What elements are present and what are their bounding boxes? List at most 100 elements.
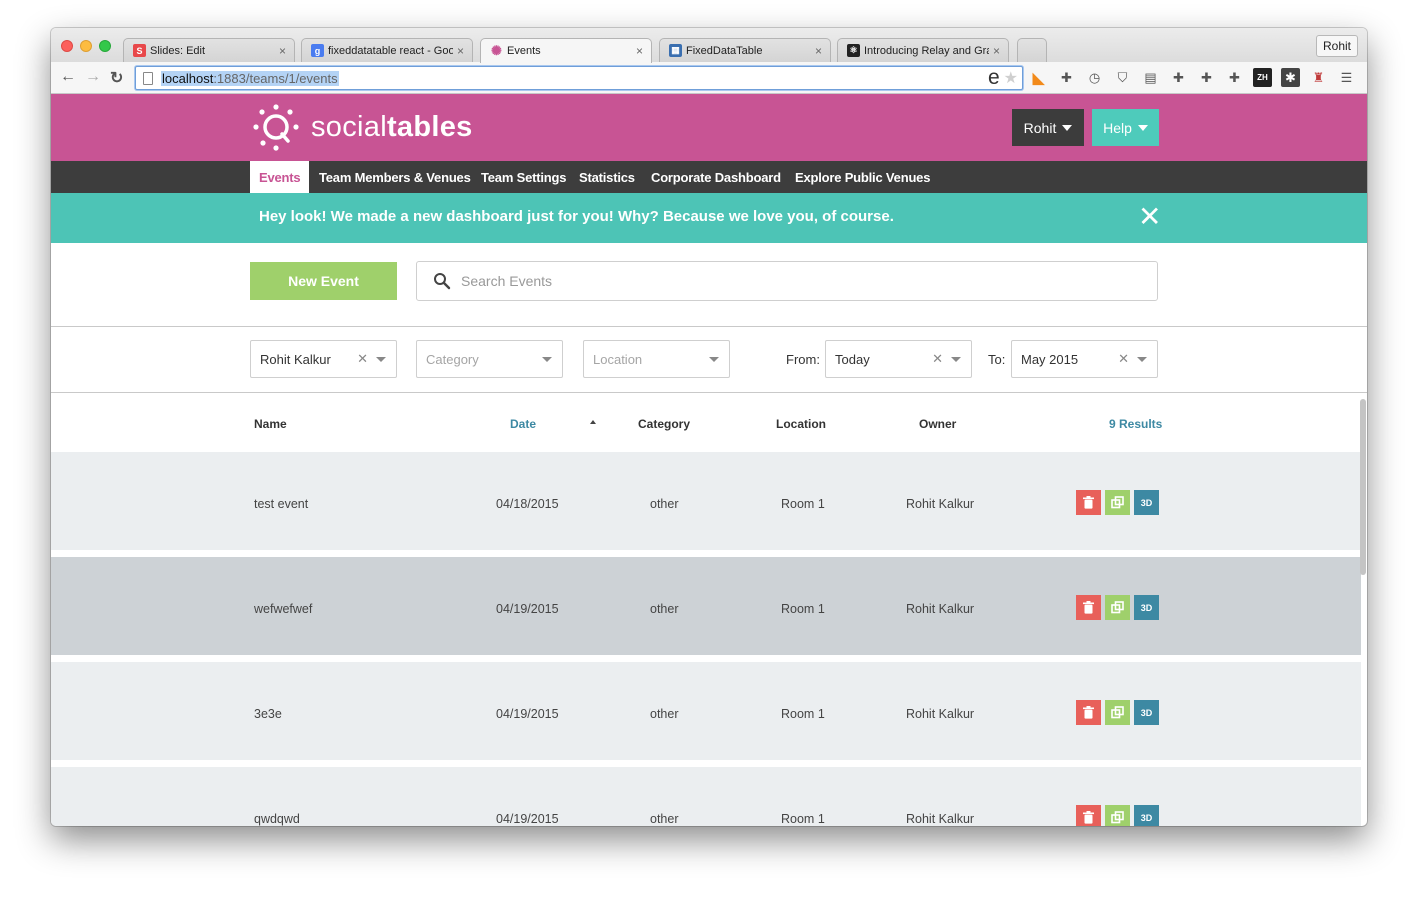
column-header-name[interactable]: Name: [254, 417, 287, 431]
shield-icon[interactable]: ⛉: [1113, 68, 1132, 87]
column-header-location[interactable]: Location: [776, 417, 826, 431]
duplicate-button[interactable]: [1105, 490, 1130, 515]
minimize-window-button[interactable]: [80, 40, 92, 52]
open-3d-button[interactable]: 3D: [1134, 700, 1159, 725]
nav-item-corporate-dashboard[interactable]: Corporate Dashboard: [642, 161, 790, 193]
close-tab-icon[interactable]: ×: [993, 44, 1000, 58]
column-header-owner[interactable]: Owner: [919, 417, 956, 431]
sort-ascending-icon[interactable]: [590, 420, 596, 424]
tab-title: fixeddatatable react - Goo: [328, 44, 453, 57]
column-header-date[interactable]: Date: [510, 417, 536, 431]
open-3d-button[interactable]: 3D: [1134, 490, 1159, 515]
delete-button[interactable]: [1076, 595, 1101, 620]
table-row[interactable]: 3e3e 04/19/2015 other Room 1 Rohit Kalkur 3D: [51, 662, 1361, 760]
cell-name[interactable]: 3e3e: [254, 707, 282, 721]
row-actions: 3D: [1076, 490, 1159, 515]
menu-icon[interactable]: ☰: [1337, 68, 1356, 87]
close-tab-icon[interactable]: ×: [279, 44, 286, 58]
close-tab-icon[interactable]: ×: [636, 44, 643, 58]
puzzle-icon[interactable]: ✚: [1169, 68, 1188, 87]
nav-item-team-members-venues[interactable]: Team Members & Venues: [310, 161, 480, 193]
reload-icon[interactable]: ↻: [110, 68, 123, 88]
puzzle-icon[interactable]: ✚: [1225, 68, 1244, 87]
duplicate-button[interactable]: [1105, 700, 1130, 725]
new-tab-button[interactable]: [1017, 38, 1047, 62]
cell-name[interactable]: wefwefwef: [254, 602, 312, 616]
nav-item-explore-public-venues[interactable]: Explore Public Venues: [786, 161, 939, 193]
table-row[interactable]: qwdqwd 04/19/2015 other Room 1 Rohit Kalkur 3…: [51, 767, 1361, 826]
help-menu-button[interactable]: Help: [1092, 109, 1159, 146]
cell-owner: Rohit Kalkur: [906, 707, 975, 721]
close-tab-icon[interactable]: ×: [457, 44, 464, 58]
zoom-window-button[interactable]: [99, 40, 111, 52]
search-placeholder: Search Events: [461, 273, 553, 289]
location-select[interactable]: Location: [583, 340, 730, 378]
browser-tab[interactable]: ⚛ Introducing Relay and Gra ×: [837, 38, 1009, 62]
from-date-select[interactable]: Today ✕: [825, 340, 972, 378]
profile-button[interactable]: Rohit: [1315, 35, 1358, 57]
zh-icon[interactable]: ZH: [1253, 68, 1272, 87]
person-icon[interactable]: ♜: [1309, 68, 1328, 87]
delete-button[interactable]: [1076, 490, 1101, 515]
cell-name[interactable]: qwdqwd: [254, 812, 300, 826]
nav-item-team-settings[interactable]: Team Settings: [472, 161, 575, 193]
clear-icon[interactable]: ✕: [357, 351, 368, 367]
to-label: To:: [988, 352, 1006, 367]
clock-icon[interactable]: ◷: [1085, 68, 1104, 87]
url-text[interactable]: localhost:1883/teams/1/events: [161, 70, 339, 86]
user-menu-button[interactable]: Rohit: [1012, 109, 1084, 146]
open-3d-button[interactable]: 3D: [1134, 595, 1159, 620]
puzzle-icon[interactable]: ✚: [1057, 68, 1076, 87]
table-row[interactable]: wefwefwef 04/19/2015 other Room 1 Rohit Kalk…: [51, 557, 1361, 655]
main-nav: Events Team Members & Venues Team Settin…: [51, 161, 1367, 193]
row-actions: 3D: [1076, 805, 1159, 826]
row-actions: 3D: [1076, 700, 1159, 725]
browser-tab[interactable]: S Slides: Edit ×: [123, 38, 295, 62]
nav-item-statistics[interactable]: Statistics: [570, 161, 644, 193]
open-3d-button[interactable]: 3D: [1134, 805, 1159, 826]
banner-text: Hey look! We made a new dashboard just f…: [259, 208, 894, 225]
puzzle-icon[interactable]: ✚: [1197, 68, 1216, 87]
browser-tab[interactable]: ✺ Events ×: [480, 38, 652, 63]
search-events-input[interactable]: Search Events: [416, 261, 1158, 301]
tab-strip: S Slides: Edit × g fixeddatatable react - Go…: [51, 28, 1367, 63]
from-date-value: Today: [835, 351, 870, 367]
trash-icon: [1083, 811, 1094, 824]
category-select[interactable]: Category: [416, 340, 563, 378]
new-event-button[interactable]: New Event: [250, 262, 397, 300]
clear-icon[interactable]: ✕: [932, 351, 943, 367]
close-icon[interactable]: ✕: [1138, 202, 1161, 232]
nav-item-events[interactable]: Events: [250, 161, 310, 193]
browser-tab[interactable]: ▦ FixedDataTable ×: [659, 38, 831, 62]
browser-tab[interactable]: g fixeddatatable react - Goo ×: [301, 38, 473, 62]
cell-name[interactable]: test event: [254, 497, 308, 511]
asterisk-icon[interactable]: ✱: [1281, 68, 1300, 87]
table-row[interactable]: test event 04/18/2015 other Room 1 Rohit Kal…: [51, 452, 1361, 550]
delete-button[interactable]: [1076, 805, 1101, 826]
scrollbar-thumb[interactable]: [1360, 399, 1366, 575]
forward-icon[interactable]: →: [85, 68, 101, 86]
socialtables-logo[interactable]: socialtables: [251, 103, 473, 151]
column-header-category[interactable]: Category: [638, 417, 690, 431]
book-icon[interactable]: ▤: [1141, 68, 1160, 87]
duplicate-button[interactable]: [1105, 805, 1130, 826]
address-bar[interactable]: localhost:1883/teams/1/events e ★: [135, 66, 1023, 90]
row-actions: 3D: [1076, 595, 1159, 620]
action-bar: New Event Search Events: [51, 243, 1367, 327]
owner-select-value: Rohit Kalkur: [260, 351, 331, 367]
bookmark-star-icon[interactable]: ★: [1004, 68, 1018, 88]
delete-button[interactable]: [1076, 700, 1101, 725]
to-date-select[interactable]: May 2015 ✕: [1011, 340, 1158, 378]
evernote-e-icon[interactable]: e: [988, 67, 1000, 88]
duplicate-button[interactable]: [1105, 595, 1130, 620]
owner-select[interactable]: Rohit Kalkur ✕: [250, 340, 397, 378]
cell-date: 04/18/2015: [496, 497, 559, 511]
rss-icon[interactable]: ◣: [1029, 68, 1048, 87]
close-window-button[interactable]: [61, 40, 73, 52]
search-icon: [434, 273, 451, 290]
clear-icon[interactable]: ✕: [1118, 351, 1129, 367]
copy-icon: [1111, 706, 1124, 719]
brand-name: socialtables: [311, 110, 473, 143]
close-tab-icon[interactable]: ×: [815, 44, 822, 58]
back-icon[interactable]: ←: [60, 68, 76, 86]
